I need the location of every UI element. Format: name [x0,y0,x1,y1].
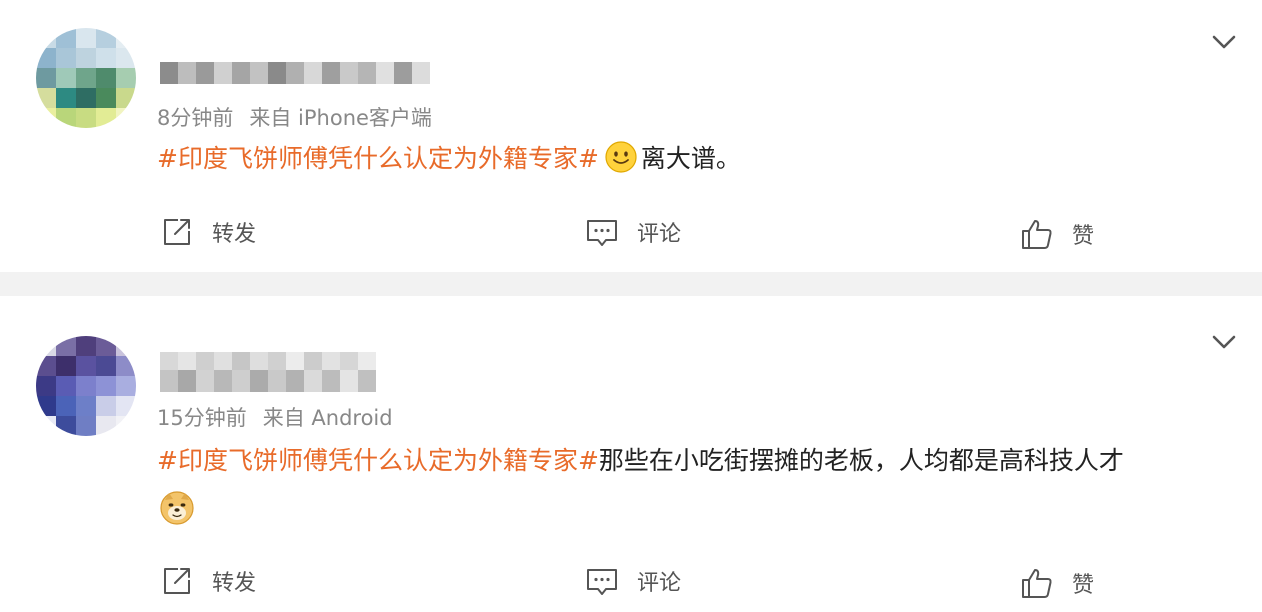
hashtag-link[interactable]: #印度飞饼师傅凭什么认定为外籍专家# [157,446,599,475]
post-body: 那些在小吃街摆摊的老板，人均都是高科技人才 [598,446,1124,475]
post-card: 15分钟前 来自 Android #印度飞饼师傅凭什么认定为外籍专家#那些在小吃街… [0,296,1262,612]
avatar-mosaic [36,336,136,436]
comment-label: 评论 [637,222,682,247]
comment-button[interactable]: 评论 [585,215,681,249]
like-label: 赞 [1072,573,1095,598]
repost-button[interactable]: 转发 [160,215,256,249]
comment-icon [587,220,617,246]
post-time: 8分钟前 [157,106,234,130]
post-meta: 15分钟前 来自 Android [157,402,393,432]
post-meta: 8分钟前 来自 iPhone客户端 [157,102,432,132]
repost-label: 转发 [212,222,257,247]
thumbs-up-icon [1022,220,1052,249]
share-icon [164,568,190,594]
post-time: 15分钟前 [157,406,247,430]
chevron-down-icon[interactable] [1210,28,1238,56]
hashtag-link[interactable]: #印度飞饼师傅凭什么认定为外籍专家# [157,144,599,173]
username-blurred-line2 [160,370,376,392]
comment-button[interactable]: 评论 [585,564,681,598]
post-source: 来自 Android [262,406,393,430]
chevron-down-icon[interactable] [1210,328,1238,356]
doge-emoji-icon [160,491,194,525]
like-label: 赞 [1072,224,1095,249]
post-body: 离大谱。 [640,144,741,173]
post-text: #印度飞饼师傅凭什么认定为外籍专家# 离大谱。 [157,138,741,180]
comment-icon [587,569,617,595]
avatar[interactable] [36,336,136,436]
avatar[interactable] [36,28,136,128]
thumbs-up-icon [1022,569,1052,598]
repost-button[interactable]: 转发 [160,564,256,598]
share-icon [164,219,190,245]
smile-emoji-icon [605,141,637,173]
like-button[interactable]: 赞 [1020,217,1094,251]
username-blurred[interactable] [160,62,430,84]
repost-label: 转发 [212,571,257,596]
avatar-mosaic [36,28,136,128]
like-button[interactable]: 赞 [1020,566,1094,600]
post-card: 8分钟前 来自 iPhone客户端 #印度飞饼师傅凭什么认定为外籍专家# 离大谱。… [0,0,1262,272]
post-source: 来自 iPhone客户端 [249,106,432,130]
comment-label: 评论 [637,571,682,596]
post-separator [0,272,1262,296]
post-text: #印度飞饼师傅凭什么认定为外籍专家#那些在小吃街摆摊的老板，人均都是高科技人才 [157,440,1124,482]
